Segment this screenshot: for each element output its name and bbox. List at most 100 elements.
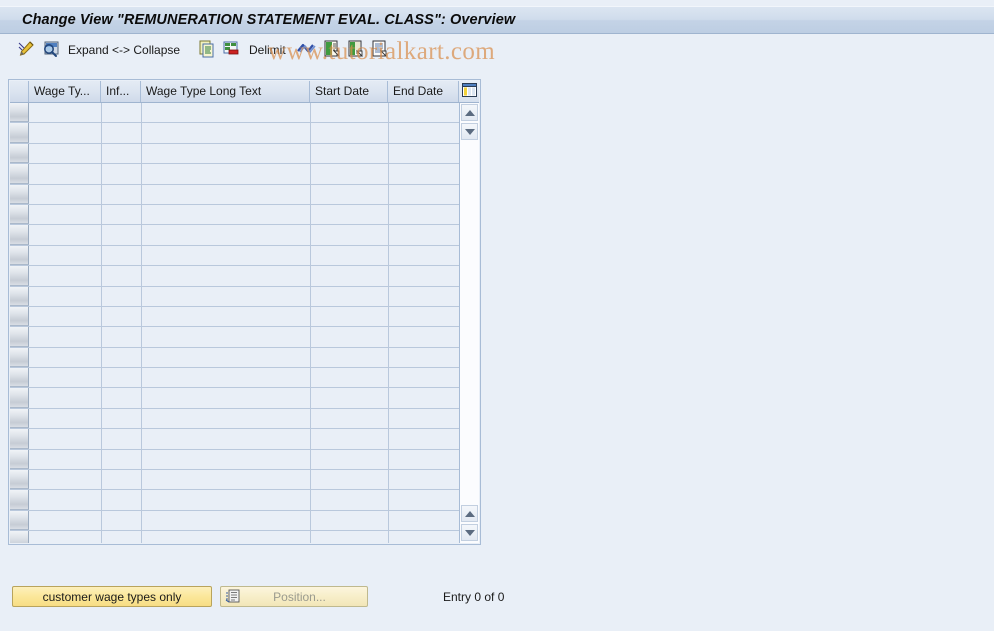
column-divider bbox=[141, 388, 142, 409]
column-header-long-text[interactable]: Wage Type Long Text bbox=[141, 81, 310, 102]
row-select-cell[interactable] bbox=[10, 225, 29, 245]
table-row[interactable] bbox=[10, 286, 479, 307]
column-divider bbox=[101, 327, 102, 348]
row-select-cell[interactable] bbox=[10, 449, 29, 470]
customer-wage-types-only-button[interactable]: customer wage types only bbox=[12, 586, 212, 607]
scroll-page-down-button[interactable] bbox=[461, 524, 478, 541]
display-button[interactable] bbox=[41, 39, 61, 61]
row-select-cell[interactable] bbox=[10, 286, 29, 306]
column-divider bbox=[141, 510, 142, 532]
table-row[interactable] bbox=[10, 327, 479, 348]
table-row[interactable] bbox=[10, 164, 479, 185]
row-select-cell[interactable] bbox=[10, 531, 29, 543]
expand-collapse-label: Expand <-> Collapse bbox=[68, 43, 181, 57]
column-divider bbox=[101, 103, 102, 124]
row-select-cell[interactable] bbox=[10, 347, 29, 368]
column-divider bbox=[141, 204, 142, 226]
undo-button[interactable] bbox=[296, 39, 318, 61]
column-divider bbox=[101, 408, 102, 430]
table-row[interactable] bbox=[10, 266, 479, 287]
table-row[interactable] bbox=[10, 204, 479, 226]
row-select-cell[interactable] bbox=[10, 123, 29, 143]
table-row[interactable] bbox=[10, 143, 479, 165]
table-settings-button[interactable] bbox=[458, 81, 479, 102]
table-row[interactable] bbox=[10, 531, 479, 543]
table-row[interactable] bbox=[10, 490, 479, 511]
table-row[interactable] bbox=[10, 408, 479, 430]
row-select-cell[interactable] bbox=[10, 429, 29, 449]
row-select-cell[interactable] bbox=[10, 184, 29, 204]
table-vertical-scrollbar[interactable] bbox=[459, 103, 479, 543]
table-row[interactable] bbox=[10, 103, 479, 124]
table-row[interactable] bbox=[10, 388, 479, 409]
column-divider bbox=[310, 510, 311, 532]
table-row[interactable] bbox=[10, 347, 479, 369]
delete-entry-button[interactable] bbox=[222, 39, 240, 61]
select-all-header-cell[interactable] bbox=[10, 81, 29, 102]
table-row[interactable] bbox=[10, 470, 479, 491]
delimit-label: Delimit bbox=[249, 43, 286, 57]
row-select-cell[interactable] bbox=[10, 510, 29, 531]
copy-as-button[interactable] bbox=[198, 39, 216, 61]
undo-arrows-icon bbox=[296, 40, 318, 61]
column-divider bbox=[388, 266, 389, 287]
position-label: Position... bbox=[273, 589, 326, 604]
column-divider bbox=[101, 266, 102, 287]
delimit-button[interactable]: Delimit bbox=[249, 39, 286, 61]
row-select-cell[interactable] bbox=[10, 266, 29, 286]
row-select-cell[interactable] bbox=[10, 327, 29, 347]
row-select-cell[interactable] bbox=[10, 204, 29, 225]
column-divider bbox=[101, 470, 102, 491]
column-divider bbox=[388, 143, 389, 165]
scroll-down-button[interactable] bbox=[461, 123, 478, 140]
column-divider bbox=[388, 245, 389, 267]
table-row[interactable] bbox=[10, 510, 479, 532]
column-divider bbox=[141, 429, 142, 450]
column-divider bbox=[141, 347, 142, 369]
entry-status: Entry 0 of 0 bbox=[443, 590, 505, 604]
table-row[interactable] bbox=[10, 184, 479, 205]
next-entry-button[interactable] bbox=[347, 39, 365, 61]
column-divider bbox=[141, 143, 142, 165]
table-body[interactable] bbox=[10, 103, 479, 543]
row-select-cell[interactable] bbox=[10, 143, 29, 164]
delete-row-icon bbox=[222, 40, 240, 61]
row-select-cell[interactable] bbox=[10, 103, 29, 123]
column-divider bbox=[388, 510, 389, 532]
table-row[interactable] bbox=[10, 429, 479, 450]
table-row[interactable] bbox=[10, 449, 479, 471]
position-button[interactable]: Position... bbox=[220, 586, 368, 607]
column-header-infotype[interactable]: Inf... bbox=[101, 81, 141, 102]
table-row[interactable] bbox=[10, 368, 479, 389]
row-select-cell[interactable] bbox=[10, 368, 29, 388]
column-divider bbox=[141, 184, 142, 205]
row-select-cell[interactable] bbox=[10, 490, 29, 510]
column-header-wage-type[interactable]: Wage Ty... bbox=[29, 81, 101, 102]
expand-collapse-button[interactable]: Expand <-> Collapse bbox=[68, 39, 180, 61]
previous-entry-button[interactable] bbox=[323, 39, 341, 61]
row-select-cell[interactable] bbox=[10, 388, 29, 408]
scroll-down-icon bbox=[464, 128, 475, 135]
scroll-page-up-button[interactable] bbox=[461, 505, 478, 522]
wage-type-table: Wage Ty... Inf... Wage Type Long Text St… bbox=[8, 79, 481, 545]
row-select-cell[interactable] bbox=[10, 408, 29, 429]
column-divider bbox=[388, 470, 389, 491]
column-header-end-date[interactable]: End Date bbox=[388, 81, 458, 102]
column-divider bbox=[310, 266, 311, 287]
row-select-cell[interactable] bbox=[10, 245, 29, 266]
table-row[interactable] bbox=[10, 306, 479, 328]
column-divider bbox=[310, 347, 311, 369]
column-header-start-date[interactable]: Start Date bbox=[310, 81, 388, 102]
column-divider bbox=[101, 245, 102, 267]
column-divider bbox=[101, 368, 102, 389]
row-select-cell[interactable] bbox=[10, 164, 29, 184]
table-row[interactable] bbox=[10, 225, 479, 246]
row-select-cell[interactable] bbox=[10, 306, 29, 327]
row-select-cell[interactable] bbox=[10, 470, 29, 490]
table-row[interactable] bbox=[10, 123, 479, 144]
change-display-button[interactable] bbox=[16, 39, 36, 61]
column-divider bbox=[101, 143, 102, 165]
scroll-up-button[interactable] bbox=[461, 104, 478, 121]
details-button[interactable] bbox=[371, 39, 389, 61]
table-row[interactable] bbox=[10, 245, 479, 267]
